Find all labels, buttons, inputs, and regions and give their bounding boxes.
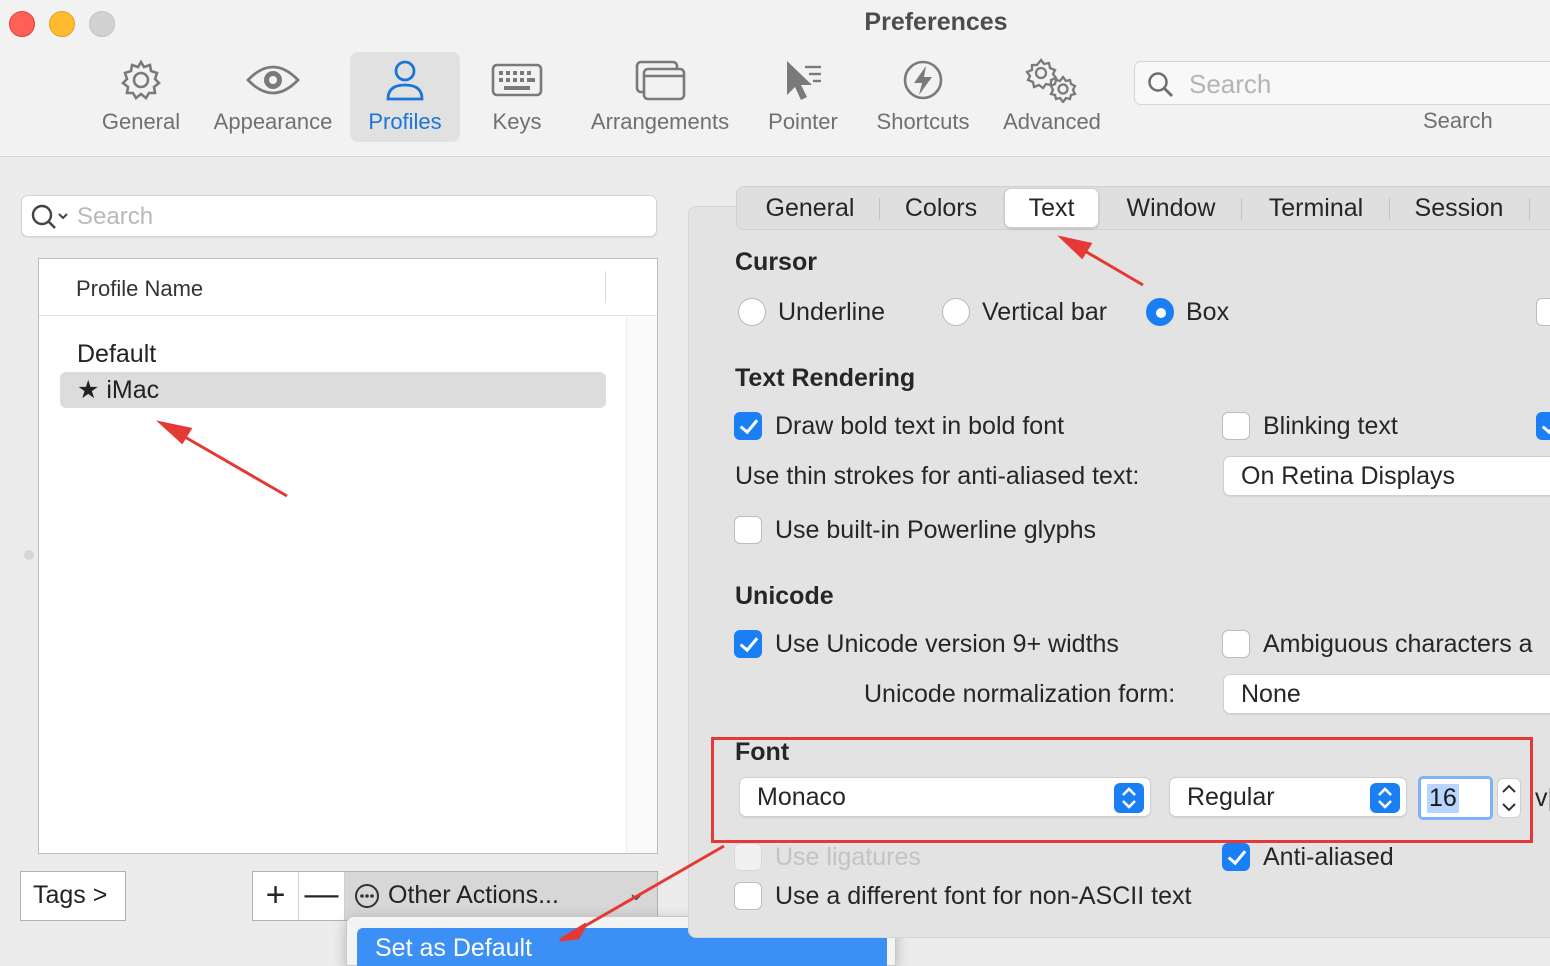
profile-search-input[interactable]: Search xyxy=(21,195,657,237)
search-icon xyxy=(31,204,68,229)
profile-search-placeholder: Search xyxy=(77,203,154,230)
tags-button[interactable]: Tags > xyxy=(20,871,126,921)
tab-terminal[interactable]: Terminal xyxy=(1249,187,1383,229)
profile-row-default[interactable]: Default xyxy=(60,336,606,372)
cursor-box-radio[interactable] xyxy=(1146,298,1174,326)
add-profile-button[interactable]: + xyxy=(253,872,299,920)
font-trailing-text: v| xyxy=(1535,784,1550,812)
profile-tabs: General Colors Text Window Terminal Sess… xyxy=(736,186,1550,230)
thin-strokes-label: Use thin strokes for anti-aliased text: xyxy=(735,462,1140,490)
profile-list: Profile Name Default ★ iMac xyxy=(38,258,658,854)
ellipsis-circle-icon xyxy=(355,884,379,908)
normalization-popup[interactable]: None xyxy=(1223,674,1550,714)
toolbar-profiles-label: Profiles xyxy=(368,109,442,134)
toolbar-general-label: General xyxy=(101,109,181,134)
ambiguous-chars-checkbox[interactable] xyxy=(1222,630,1250,658)
eye-icon xyxy=(245,52,301,108)
column-divider xyxy=(605,271,606,303)
person-icon xyxy=(385,52,425,108)
powerline-checkbox[interactable] xyxy=(734,516,762,544)
toolbar-pointer[interactable]: Pointer xyxy=(760,52,846,142)
profile-list-scrollbar[interactable] xyxy=(626,317,657,853)
toolbar-search-placeholder: Search xyxy=(1189,69,1272,99)
window-title: Preferences xyxy=(864,8,1008,36)
unicode-section-title: Unicode xyxy=(735,582,834,610)
tab-session[interactable]: Session xyxy=(1397,187,1521,229)
normalization-value: None xyxy=(1241,680,1301,708)
tab-general[interactable]: General xyxy=(745,187,875,229)
ambiguous-chars-label: Ambiguous characters a xyxy=(1263,630,1533,658)
blinking-text-checkbox[interactable] xyxy=(1222,412,1250,440)
cursor-box-label: Box xyxy=(1186,298,1230,326)
cursor-underline-radio[interactable] xyxy=(738,298,766,326)
toolbar: Preferences General Appearance Profiles … xyxy=(0,0,1550,157)
unicode-widths-label: Use Unicode version 9+ widths xyxy=(775,630,1119,658)
unicode-widths-checkbox[interactable] xyxy=(734,630,762,658)
extra-text-option-checkbox[interactable] xyxy=(1536,412,1550,440)
non-ascii-font-label: Use a different font for non-ASCII text xyxy=(775,882,1192,910)
anti-aliased-checkbox[interactable] xyxy=(1222,843,1250,871)
cursor-vertical-bar-label: Vertical bar xyxy=(982,298,1108,326)
tab-text[interactable]: Text xyxy=(1004,188,1099,228)
text-rendering-section-title: Text Rendering xyxy=(735,364,916,392)
window-stack-icon xyxy=(634,52,686,108)
tab-window[interactable]: Window xyxy=(1109,187,1233,229)
thin-strokes-popup[interactable]: On Retina Displays xyxy=(1223,456,1550,496)
cursor-underline-label: Underline xyxy=(778,298,886,326)
cursor-vertical-bar-radio[interactable] xyxy=(942,298,970,326)
split-view-handle[interactable] xyxy=(24,550,34,560)
ligatures-checkbox[interactable] xyxy=(734,843,762,871)
profile-actions-group: + — Other Actions... ⌄ xyxy=(252,871,658,921)
toolbar-arrangements-label: Arrangements xyxy=(590,109,730,134)
anti-aliased-label: Anti-aliased xyxy=(1263,843,1394,871)
remove-profile-button[interactable]: — xyxy=(299,872,345,920)
toolbar-profiles[interactable]: Profiles xyxy=(350,52,460,142)
normalization-label: Unicode normalization form: xyxy=(864,680,1176,708)
chevron-down-icon: ⌄ xyxy=(627,880,646,905)
profile-row-imac[interactable]: ★ iMac xyxy=(60,372,606,408)
tab-colors[interactable]: Colors xyxy=(883,187,999,229)
toolbar-advanced[interactable]: Advanced xyxy=(996,52,1108,142)
gears-icon xyxy=(1023,52,1081,108)
blinking-text-label: Blinking text xyxy=(1263,412,1398,440)
gear-icon xyxy=(119,52,163,108)
non-ascii-font-checkbox[interactable] xyxy=(734,882,762,910)
search-icon xyxy=(1148,72,1173,97)
profile-list-header[interactable]: Profile Name xyxy=(39,259,657,316)
bold-font-label: Draw bold text in bold font xyxy=(775,412,1065,440)
toolbar-general[interactable]: General xyxy=(96,52,186,142)
keyboard-icon xyxy=(491,52,543,108)
toolbar-arrangements[interactable]: Arrangements xyxy=(582,52,738,142)
toolbar-shortcuts[interactable]: Shortcuts xyxy=(868,52,978,142)
font-highlight-box xyxy=(711,737,1533,843)
toolbar-appearance-label: Appearance xyxy=(213,109,333,134)
toolbar-search-label: Search xyxy=(1423,108,1493,133)
ligatures-label: Use ligatures xyxy=(775,843,921,871)
tab-divider xyxy=(1389,198,1390,220)
cursor-extra-checkbox[interactable] xyxy=(1536,298,1550,326)
tab-divider xyxy=(1241,198,1242,220)
tab-divider xyxy=(879,198,880,220)
toolbar-keys[interactable]: Keys xyxy=(482,52,552,142)
toolbar-advanced-label: Advanced xyxy=(1003,109,1101,134)
lightning-icon xyxy=(901,52,945,108)
toolbar-appearance[interactable]: Appearance xyxy=(206,52,340,142)
other-actions-button[interactable]: Other Actions... ⌄ xyxy=(345,872,657,920)
thin-strokes-value: On Retina Displays xyxy=(1241,462,1455,490)
other-actions-label: Other Actions... xyxy=(388,881,559,909)
pointer-icon xyxy=(781,52,825,108)
bold-font-checkbox[interactable] xyxy=(734,412,762,440)
profile-name-column-header: Profile Name xyxy=(76,276,204,301)
toolbar-search-input[interactable]: Search xyxy=(1134,61,1550,105)
cursor-section-title: Cursor xyxy=(735,248,817,276)
toolbar-pointer-label: Pointer xyxy=(768,109,838,134)
toolbar-keys-label: Keys xyxy=(492,109,542,134)
tab-divider xyxy=(1529,198,1530,220)
toolbar-shortcuts-label: Shortcuts xyxy=(876,109,970,134)
powerline-label: Use built-in Powerline glyphs xyxy=(775,516,1096,544)
